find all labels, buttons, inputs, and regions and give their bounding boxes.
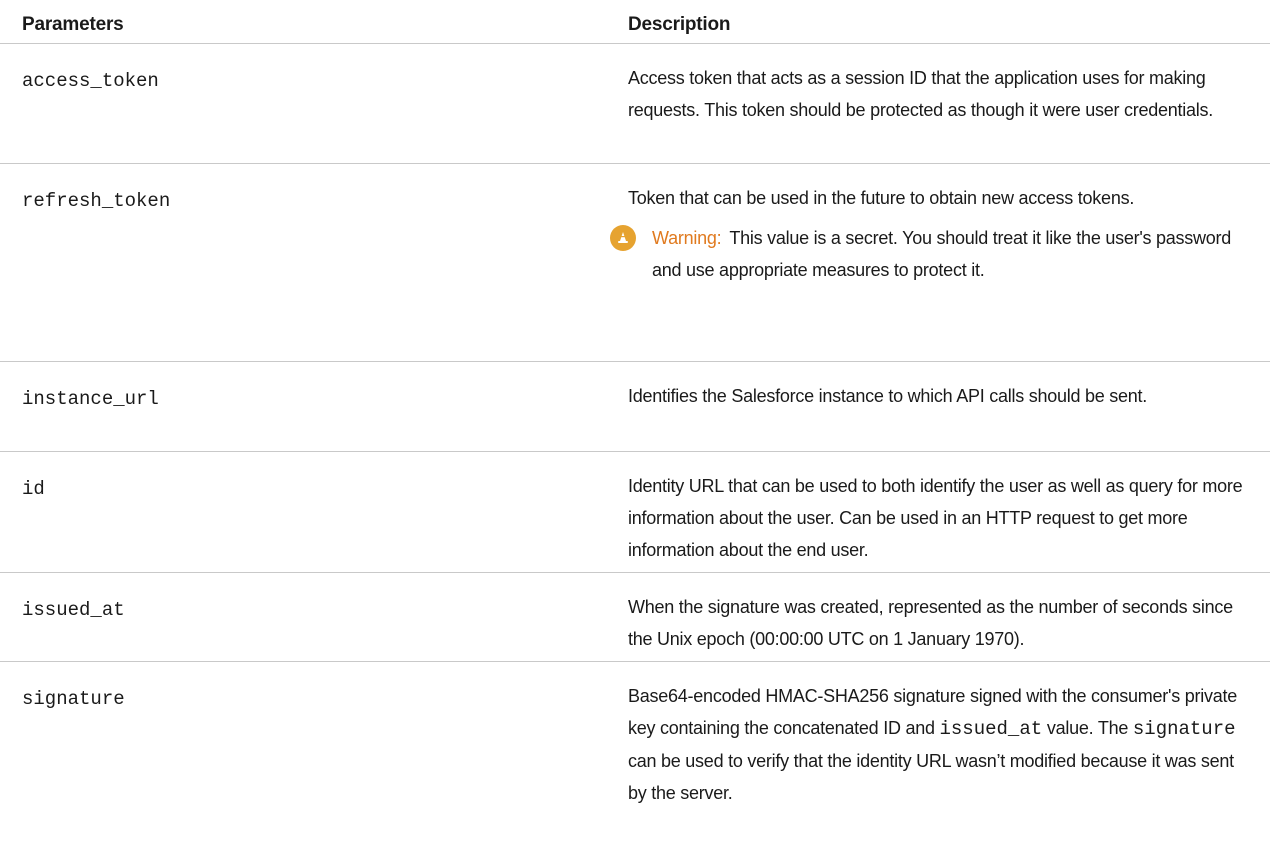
param-description-text: Token that can be used in the future to … (628, 188, 1135, 208)
issued-at-code: issued_at (939, 718, 1043, 740)
parameters-table: Parameters Description access_token Acce… (0, 0, 1270, 851)
table-row: access_token Access token that acts as a… (0, 44, 1270, 164)
param-description: Base64-encoded HMAC-SHA256 signature sig… (628, 662, 1254, 851)
signature-code: signature (1132, 718, 1236, 740)
table-header: Parameters Description (0, 0, 1270, 44)
header-parameters: Parameters (22, 14, 124, 35)
table-row: instance_url Identifies the Salesforce i… (0, 362, 1270, 452)
param-name: access_token (22, 70, 159, 92)
param-description: Token that can be used in the future to … (610, 164, 1254, 361)
table-row: id Identity URL that can be used to both… (0, 452, 1270, 573)
header-description: Description (628, 14, 731, 35)
param-name: issued_at (22, 599, 125, 621)
param-name: instance_url (22, 388, 159, 410)
table-row: signature Base64-encoded HMAC-SHA256 sig… (0, 662, 1270, 851)
table-row: refresh_token Token that can be used in … (0, 164, 1270, 362)
signature-desc-part2: value. The (1046, 718, 1129, 738)
warning-text: This value is a secret. You should treat… (652, 228, 1232, 280)
param-name: id (22, 478, 45, 500)
warning-note: Warning: This value is a secret. You shou… (610, 222, 1254, 286)
param-description: When the signature was created, represen… (628, 597, 1233, 649)
param-name: signature (22, 688, 125, 710)
warning-label: Warning: (652, 228, 722, 248)
warning-body: Warning: This value is a secret. You shou… (652, 222, 1232, 286)
param-description: Access token that acts as a session ID t… (628, 68, 1214, 120)
param-description: Identity URL that can be used to both id… (628, 476, 1243, 560)
param-description: Identifies the Salesforce instance to wh… (628, 386, 1148, 406)
warning-cone-icon (610, 225, 636, 251)
param-name: refresh_token (22, 190, 171, 212)
signature-desc-part3: can be used to verify that the identity … (628, 751, 1234, 803)
table-row: issued_at When the signature was created… (0, 573, 1270, 662)
